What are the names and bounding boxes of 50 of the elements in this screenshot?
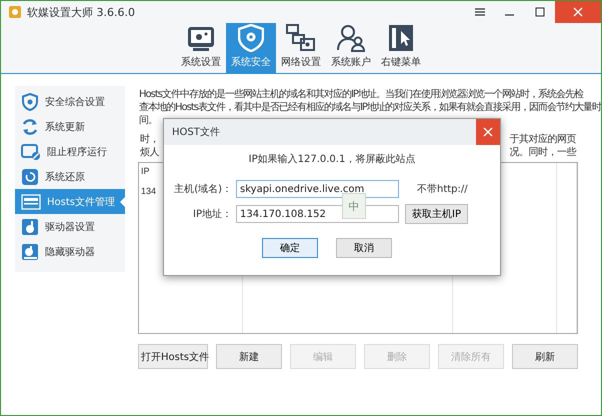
ip-label: IP地址：	[192, 208, 233, 221]
toolbar-button[interactable]: 新建	[216, 344, 282, 369]
sidebar-item[interactable]: 安全综合设置	[15, 89, 125, 114]
sidebar-item[interactable]: 系统更新	[15, 114, 125, 139]
ime-indicator: 中	[342, 193, 366, 219]
table-cell-text: 134	[140, 185, 158, 198]
description-fragment: 于其对应的网页	[510, 133, 576, 146]
sidebar-item[interactable]: 系统还原	[15, 164, 125, 189]
sidebar-item[interactable]: Hosts文件管理	[15, 189, 125, 214]
toolbar-tab[interactable]: 右键菜单	[376, 23, 426, 73]
close-button[interactable]	[476, 119, 500, 145]
app-logo-icon	[9, 6, 21, 18]
note-text: 不带http://	[417, 182, 468, 196]
dialog-title: HOST文件	[171, 126, 221, 139]
maximize-icon[interactable]	[535, 7, 545, 17]
window-title: 软媒设置大师 3.6.6.0	[27, 4, 136, 20]
toolbar-button[interactable]: 刷新	[512, 344, 578, 369]
window-block-icon	[21, 142, 41, 160]
refresh-icon	[21, 118, 39, 136]
monitor-gear-icon	[187, 26, 215, 52]
dialog-button[interactable]: 确定	[262, 238, 318, 258]
sidebar-item[interactable]: 隐藏驱动器	[15, 239, 125, 264]
description-fragment: 况。同时，一些	[510, 146, 576, 159]
toolbar-tab[interactable]: 系统安全	[226, 23, 276, 73]
shield-icon	[21, 92, 39, 110]
column-header: IP	[140, 165, 151, 178]
description-text: Hosts文件中存放的是一些网站主机的域名和其对应的IP地址。当我们在使用浏览器浏览一个网站时，系统会先检 查本地的Hosts表文件，看其中是否已经有相应的域名与IP地址的对应关系，如果有就会直接采用，因而会节约大量时 间。	[138, 88, 600, 126]
dialog-button[interactable]: 取消	[336, 238, 392, 258]
restore-icon	[21, 168, 39, 186]
hosts-icon	[21, 194, 41, 210]
description-fragment: 烦人	[140, 146, 159, 159]
drive-icon	[21, 218, 39, 236]
sidebar-item[interactable]: 阻止程序运行	[15, 139, 125, 164]
network-icon	[286, 24, 316, 52]
host-label: 主机(域名)：	[173, 182, 233, 196]
toolbar-tab[interactable]: 系统设置	[176, 23, 226, 73]
toolbar-button[interactable]: 打开Hosts文件	[138, 344, 208, 369]
close-icon	[483, 127, 493, 137]
users-icon	[337, 24, 365, 52]
hint-text: IP如果输入127.0.0.1，将屏蔽此站点	[248, 152, 416, 166]
toolbar-tab[interactable]: 系统账户	[326, 23, 376, 73]
sidebar-item[interactable]: 驱动器设置	[15, 214, 125, 239]
get-ip-button[interactable]: 获取主机IP	[405, 204, 468, 224]
host-field[interactable]: skyapi.onedrive.live.com	[236, 180, 399, 198]
hidden-drive-icon	[21, 242, 39, 260]
close-button[interactable]	[555, 1, 601, 23]
description-fragment: 时，	[140, 133, 159, 146]
menu-icon[interactable]	[475, 8, 485, 16]
close-icon	[573, 7, 583, 17]
toolbar-tab[interactable]: 网络设置	[276, 23, 326, 73]
